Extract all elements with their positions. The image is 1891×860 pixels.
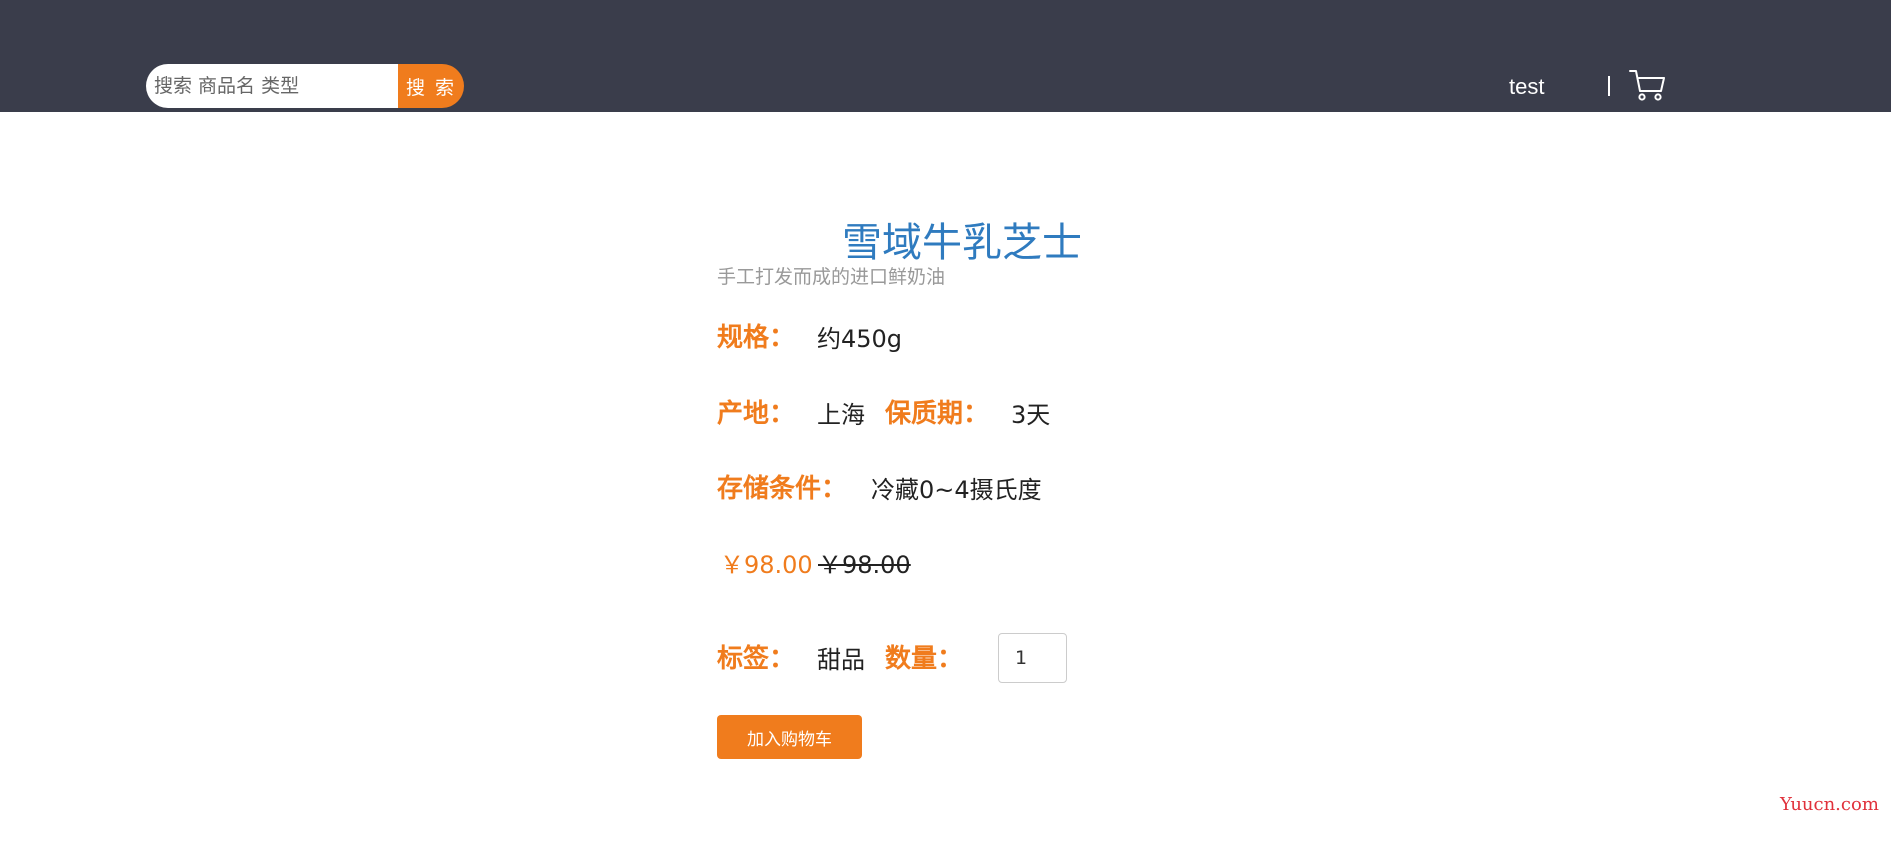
shelf-life-value: 3天 [1011, 401, 1051, 429]
tag-value: 甜品 [817, 646, 865, 674]
storage-value: 冷藏0~4摄氏度 [871, 476, 1042, 504]
search-input[interactable] [146, 64, 398, 108]
nav-divider [1608, 76, 1610, 96]
quantity-input[interactable] [998, 633, 1067, 683]
add-to-cart-button[interactable]: 加入购物车 [717, 715, 862, 759]
original-price: ￥98.00 [818, 551, 911, 579]
origin-value: 上海 [817, 401, 865, 429]
product-description: 手工打发而成的进口鲜奶油 [717, 266, 946, 288]
origin-label: 产地： [717, 399, 796, 429]
storage-label: 存储条件： [717, 474, 848, 504]
spec-label: 规格： [717, 323, 796, 353]
watermark: Yuucn.com [1780, 794, 1879, 815]
username-link[interactable]: test [1509, 74, 1544, 100]
quantity-label: 数量： [885, 644, 964, 674]
current-price: ￥98.00 [720, 551, 813, 579]
cart-icon[interactable] [1628, 66, 1666, 104]
tag-label: 标签： [717, 644, 796, 674]
product-title: 雪域牛乳芝士 [842, 220, 1082, 266]
spec-value: 约450g [817, 325, 903, 353]
shelf-life-label: 保质期： [885, 399, 990, 429]
search-button[interactable]: 搜 索 [398, 64, 464, 108]
